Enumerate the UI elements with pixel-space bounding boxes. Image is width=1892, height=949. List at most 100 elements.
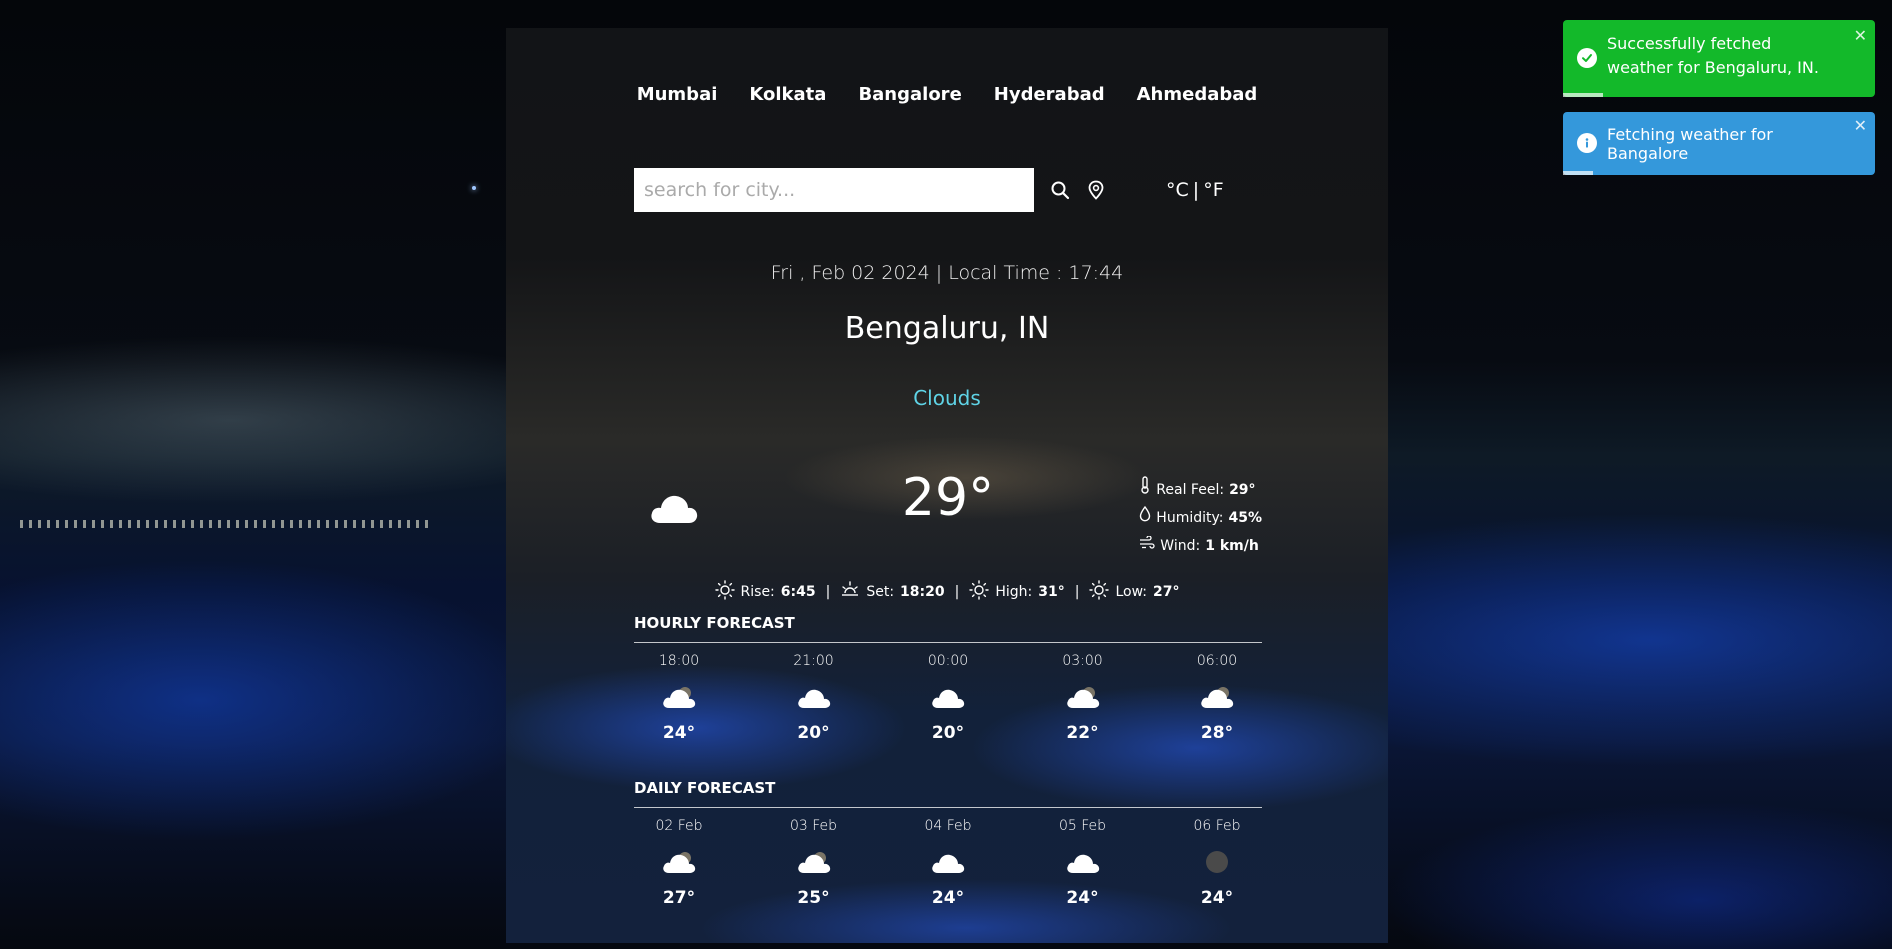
thermometer-icon [1139,476,1151,504]
search-input[interactable] [634,168,1034,212]
hourly-item: 03:00 22° [1038,653,1128,743]
info-toast-message: Fetching weather for Bangalore [1607,124,1773,163]
hourly-temp: 20° [931,723,965,743]
low-temp: Low: 27° [1089,580,1179,604]
success-toast[interactable]: Successfully fetched weather for Bengalu… [1563,20,1875,97]
wind-row: Wind: 1 km/h [1139,532,1262,560]
cloud-sun-icon [661,677,697,717]
real-feel-row: Real Feel: 29° [1139,476,1262,504]
daily-temp: 24° [931,888,965,908]
humidity-row: Humidity: 45% [1139,504,1262,532]
high-label: High: [995,584,1033,600]
weather-panel: Mumbai Kolkata Bangalore Hyderabad Ahmed… [506,28,1388,943]
toast-progress-bar [1563,93,1603,97]
hourly-item: 21:00 20° [769,653,859,743]
daily-forecast: 02 Feb 27° 03 Feb 25° 04 Feb 24° 05 Feb … [634,818,1262,908]
cloud-icon [796,677,832,717]
sunset: Set: 18:20 [840,580,945,604]
hourly-time: 21:00 [793,653,834,669]
city-lights [20,520,430,528]
humidity-label: Humidity: [1156,510,1224,526]
city-button-hyderabad[interactable]: Hyderabad [994,84,1105,105]
daily-item: 02 Feb 27° [634,818,724,908]
sun-and-range-row: Rise: 6:45 | Set: 18:20 | High: 31° | Lo… [506,580,1388,604]
daily-temp: 24° [1066,888,1099,908]
separator: | [1074,584,1080,600]
low-label: Low: [1115,584,1147,600]
sunrise-value: 6:45 [780,584,816,600]
weather-condition: Clouds [913,386,981,410]
hourly-temp: 28° [1200,723,1234,743]
search-row: °C | °F [634,168,1224,212]
unit-separator: | [1192,179,1200,201]
humidity-value: 45% [1228,510,1262,526]
separator: | [954,584,960,600]
cloud-icon [930,842,966,882]
hourly-temp: 24° [662,723,696,743]
city-button-ahmedabad[interactable]: Ahmedabad [1137,84,1258,105]
close-icon[interactable]: ✕ [1854,24,1867,48]
city-button-bangalore[interactable]: Bangalore [858,84,961,105]
hourly-item: 18:00 24° [634,653,724,743]
celsius-button[interactable]: °C [1166,179,1189,201]
high-value: 31° [1038,584,1065,600]
close-icon[interactable]: ✕ [1854,116,1867,135]
location-pin-icon[interactable] [1084,178,1108,202]
daily-item: 05 Feb 24° [1038,818,1128,908]
daily-temp: 24° [1200,888,1234,908]
daily-date: 05 Feb [1058,818,1107,834]
cloud-sun-icon [661,842,697,882]
local-datetime: Fri , Feb 02 2024 | Local Time : 17:44 [770,262,1124,284]
success-toast-message: Successfully fetched weather for Bengalu… [1607,34,1819,77]
city-button-kolkata[interactable]: Kolkata [749,84,826,105]
sunset-value: 18:20 [900,584,945,600]
weather-details: Real Feel: 29° Humidity: 45% Wind: 1 km/… [1139,476,1262,560]
city-button-mumbai[interactable]: Mumbai [637,84,718,105]
hourly-item: 06:00 28° [1172,653,1262,743]
info-circle-icon [1577,133,1597,153]
daily-temp: 25° [797,888,830,908]
sun-icon [714,580,735,604]
daily-item: 06 Feb 24° [1172,818,1262,908]
hourly-time: 00:00 [927,653,969,669]
unit-toggle: °C | °F [1166,179,1224,201]
sunset-label: Set: [866,584,895,600]
wind-value: 1 km/h [1205,538,1259,554]
hourly-time: 03:00 [1062,653,1103,669]
hourly-item: 00:00 20° [903,653,993,743]
cloud-sun-icon [796,842,832,882]
daily-item: 04 Feb 24° [903,818,993,908]
daily-forecast-title: DAILY FORECAST [634,779,1262,808]
daily-date: 03 Feb [789,818,838,834]
check-circle-icon [1577,48,1597,68]
hourly-time: 18:00 [658,653,700,669]
daily-date: 02 Feb [655,818,703,834]
city-nav: Mumbai Kolkata Bangalore Hyderabad Ahmed… [506,84,1388,105]
real-feel-value: 29° [1229,482,1256,498]
fahrenheit-button[interactable]: °F [1203,179,1223,201]
droplet-icon [1139,504,1151,532]
sunset-icon [840,580,860,604]
sunrise-label: Rise: [740,584,775,600]
wind-icon [1139,532,1155,560]
daily-temp: 27° [662,888,696,908]
search-icon[interactable] [1048,178,1072,202]
sun-icon [1089,580,1110,604]
hourly-forecast-title: HOURLY FORECAST [634,614,1262,643]
daily-item: 03 Feb 25° [769,818,859,908]
current-weather: 29° Real Feel: 29° Humidity: 45% Wind: 1… [634,460,1262,570]
cloud-icon [930,677,966,717]
hourly-time: 06:00 [1196,653,1238,669]
low-value: 27° [1152,584,1180,600]
wind-label: Wind: [1160,538,1201,554]
cloud-icon [1065,842,1101,882]
real-feel-label: Real Feel: [1156,482,1225,498]
cloud-sun-icon [1199,677,1235,717]
high-temp: High: 31° [969,580,1065,604]
toast-progress-bar [1563,171,1593,175]
hourly-forecast: 18:00 24° 21:00 20° 00:00 20° 03:00 22° … [634,653,1262,743]
info-toast[interactable]: Fetching weather for Bangalore ✕ [1563,112,1875,175]
star [472,186,476,190]
hourly-temp: 20° [797,723,830,743]
sun-icon [969,580,990,604]
